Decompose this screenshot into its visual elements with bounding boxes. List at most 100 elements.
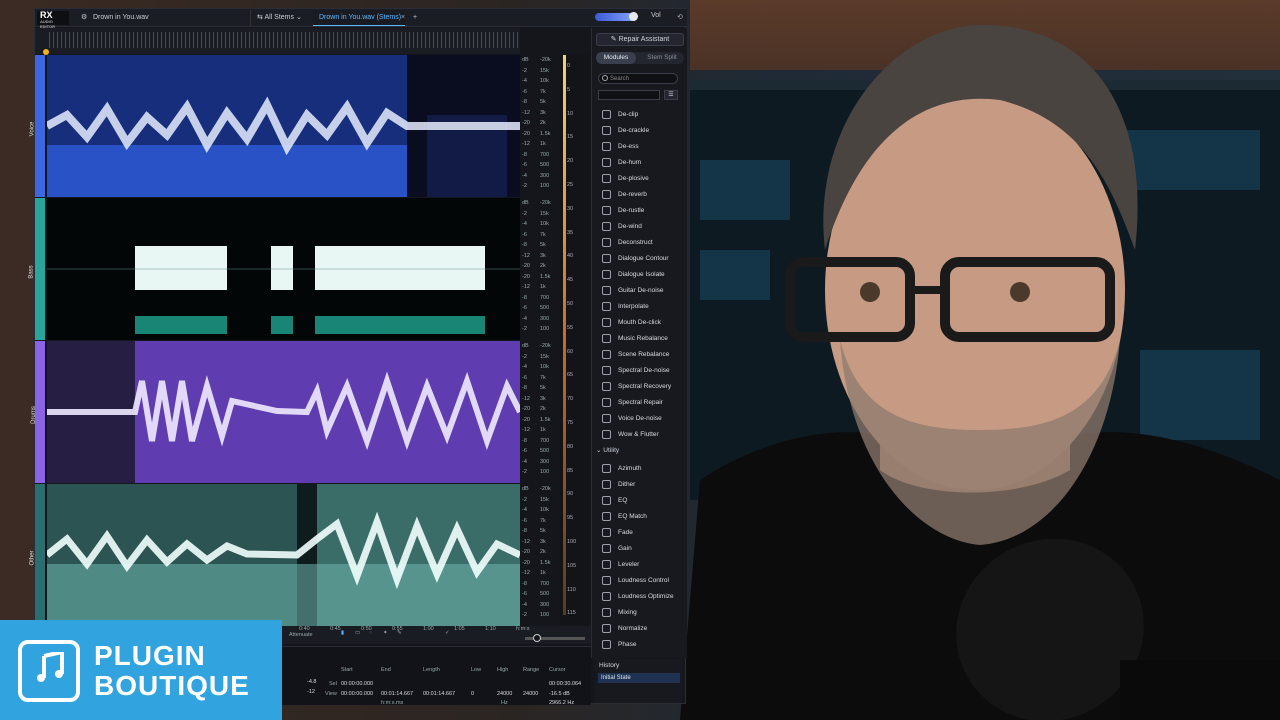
voice-spectrogram[interactable] bbox=[47, 55, 520, 197]
utility-item[interactable]: Azimuth bbox=[598, 461, 684, 476]
module-item[interactable]: Mouth De-click bbox=[598, 315, 684, 330]
db-tick: -6 bbox=[522, 88, 527, 95]
module-item[interactable]: De-crackle bbox=[598, 123, 684, 138]
db-tick: -8 bbox=[522, 528, 527, 534]
hz-tick: 7k bbox=[540, 231, 546, 238]
module-item[interactable]: De-reverb bbox=[598, 187, 684, 202]
module-item[interactable]: Wow & Flutter bbox=[598, 427, 684, 442]
view-start[interactable]: 00:00:00.000 bbox=[341, 691, 373, 697]
tab-stems[interactable]: Drown in You.wav (Stems) bbox=[313, 10, 405, 26]
utility-item[interactable]: Fade bbox=[598, 525, 684, 540]
zoom-knob[interactable] bbox=[533, 634, 541, 642]
utility-item[interactable]: EQ bbox=[598, 493, 684, 508]
track-bass[interactable]: Bass bbox=[29, 198, 520, 340]
utility-item[interactable]: Mixing bbox=[598, 605, 684, 620]
module-item[interactable]: Spectral Repair bbox=[598, 395, 684, 410]
repair-assistant-button[interactable]: ✎ Repair Assistant bbox=[596, 33, 684, 46]
modules-stemsplit-toggle[interactable]: Modules Stem Split bbox=[596, 52, 684, 64]
utility-item[interactable]: Loudness Control bbox=[598, 573, 684, 588]
meter-tick: 35 bbox=[567, 229, 574, 236]
mode-select[interactable]: Attenuate bbox=[289, 632, 313, 638]
module-label: Spectral De-noise bbox=[618, 367, 670, 374]
new-tab-button[interactable]: + bbox=[407, 10, 423, 26]
module-label: Music Rebalance bbox=[618, 335, 668, 342]
select-tool-icon[interactable]: ▮ bbox=[341, 630, 344, 636]
volume-knob[interactable] bbox=[629, 12, 638, 21]
hz-tick: 3k bbox=[540, 109, 546, 116]
instant-process-icon[interactable]: ✓ bbox=[445, 630, 450, 636]
timeline-tick: 0:50 bbox=[361, 626, 372, 632]
sel-start[interactable]: 00:00:00.000 bbox=[341, 681, 373, 687]
module-item[interactable]: De-ess bbox=[598, 139, 684, 154]
time-select-icon[interactable]: ▭ bbox=[355, 630, 360, 636]
stem-split-tab[interactable]: Stem Split bbox=[640, 52, 684, 64]
module-item[interactable]: Dialogue Contour bbox=[598, 251, 684, 266]
track-voice-lane[interactable]: Voice bbox=[29, 55, 45, 197]
track-voice[interactable]: Voice bbox=[29, 55, 520, 197]
db-tick: -8 bbox=[522, 580, 527, 587]
tab-file[interactable]: Drown in You.wav bbox=[87, 10, 237, 26]
hz-tick: 1k bbox=[540, 427, 546, 433]
hz-tick: -20k bbox=[540, 57, 551, 63]
db-tick: -2 bbox=[522, 326, 527, 332]
view-length[interactable]: 00:01:14.667 bbox=[423, 691, 455, 697]
module-icon bbox=[602, 174, 611, 183]
module-item[interactable]: Voice De-noise bbox=[598, 411, 684, 426]
loop-icon[interactable]: ⟲ bbox=[671, 10, 689, 26]
module-item[interactable]: De-hum bbox=[598, 155, 684, 170]
view-high[interactable]: 24000 bbox=[497, 691, 512, 697]
other-spectrogram[interactable] bbox=[47, 484, 520, 626]
utility-item[interactable]: EQ Match bbox=[598, 509, 684, 524]
utility-item[interactable]: Dither bbox=[598, 477, 684, 492]
track-bass-lane[interactable]: Bass bbox=[29, 198, 45, 340]
utility-item[interactable]: Gain bbox=[598, 541, 684, 556]
module-item[interactable]: Interpolate bbox=[598, 299, 684, 314]
track-other[interactable]: Other bbox=[30, 484, 520, 626]
utility-item[interactable]: Normalize bbox=[598, 621, 684, 636]
bass-spectrogram[interactable] bbox=[47, 198, 520, 340]
history-item[interactable]: Initial State bbox=[598, 673, 680, 683]
module-item[interactable]: Scene Rebalance bbox=[598, 347, 684, 362]
magic-wand-icon[interactable]: ✦ bbox=[383, 630, 388, 636]
db-tick: -12 bbox=[522, 109, 530, 116]
drums-spectrogram[interactable] bbox=[47, 341, 520, 483]
utility-label: Normalize bbox=[618, 625, 648, 632]
module-item[interactable]: Dialogue Isolate bbox=[598, 267, 684, 282]
utility-item[interactable]: Leveler bbox=[598, 557, 684, 572]
module-item[interactable]: De-plosive bbox=[598, 171, 684, 186]
module-label: De-ess bbox=[618, 143, 639, 150]
module-item[interactable]: Deconstruct bbox=[598, 235, 684, 250]
list-view-button[interactable]: ☰ bbox=[664, 90, 678, 100]
utility-item[interactable]: Loudness Optimize bbox=[598, 589, 684, 604]
view-low[interactable]: 0 bbox=[471, 691, 474, 697]
utility-label: Dither bbox=[618, 481, 636, 488]
track-drums-lane[interactable]: Drums bbox=[31, 341, 45, 483]
module-item[interactable]: Spectral Recovery bbox=[598, 379, 684, 394]
view-end[interactable]: 00:01:14.667 bbox=[381, 691, 413, 697]
filter-dropdown[interactable] bbox=[598, 90, 660, 100]
overview-waveform[interactable] bbox=[35, 28, 520, 54]
module-item[interactable]: Music Rebalance bbox=[598, 331, 684, 346]
utility-header[interactable]: ⌄ Utility bbox=[596, 446, 619, 454]
hz-tick: 300 bbox=[540, 172, 550, 179]
track-drums[interactable]: Drums bbox=[31, 341, 520, 483]
tab-all-stems[interactable]: ⇆ All Stems ⌄ bbox=[250, 10, 312, 26]
module-icon bbox=[602, 254, 611, 263]
db-tick: -20 bbox=[522, 406, 530, 412]
view-range[interactable]: 24000 bbox=[523, 691, 538, 697]
utility-item[interactable]: Phase bbox=[598, 637, 684, 652]
utility-label: Loudness Optimize bbox=[618, 593, 674, 600]
module-item[interactable]: Guitar De-noise bbox=[598, 283, 684, 298]
db-tick: -6 bbox=[522, 374, 527, 381]
hz-tick: 7k bbox=[540, 374, 546, 381]
module-item[interactable]: De-wind bbox=[598, 219, 684, 234]
module-item[interactable]: De-clip bbox=[598, 107, 684, 122]
search-input[interactable]: Search bbox=[598, 73, 678, 84]
module-icon bbox=[602, 126, 611, 135]
module-item[interactable]: Spectral De-noise bbox=[598, 363, 684, 378]
module-item[interactable]: De-rustle bbox=[598, 203, 684, 218]
modules-tab[interactable]: Modules bbox=[596, 52, 636, 64]
header-end: End bbox=[381, 667, 391, 673]
utility-label: Azimuth bbox=[618, 465, 642, 472]
track-other-lane[interactable]: Other bbox=[30, 484, 45, 626]
